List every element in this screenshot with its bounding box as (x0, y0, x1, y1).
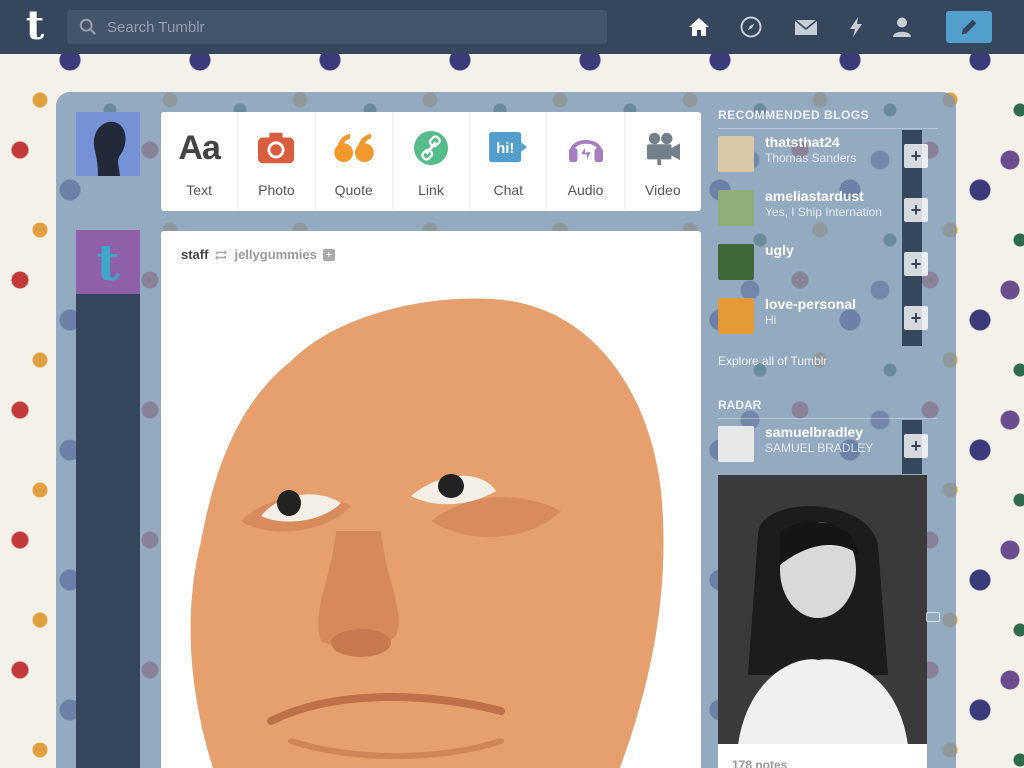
home-nav-button[interactable] (686, 14, 712, 40)
video-camera-icon (640, 128, 686, 168)
home-icon (689, 18, 709, 36)
post-author-link[interactable]: staff (181, 247, 208, 262)
chat-icon-glyph: hi! (496, 139, 515, 157)
blog-title: Yes, I Ship Internation (765, 205, 882, 219)
radar-blog-item[interactable]: samuelbradley SAMUEL BRADLEY + (718, 420, 928, 474)
reblogged-from-link[interactable]: jellygummies (234, 247, 316, 262)
user-avatar[interactable] (76, 112, 140, 176)
blog-name: samuelbradley (765, 424, 864, 440)
top-navigation-bar: t (0, 0, 1024, 54)
blog-avatar (718, 190, 754, 226)
keyboard-icon[interactable] (926, 612, 940, 622)
sidebar-divider (718, 418, 938, 419)
headphones-icon (563, 128, 609, 168)
pencil-icon (961, 19, 977, 35)
post-type-label: Chat (493, 182, 524, 198)
dashboard-post: staff jellygummies + (161, 231, 701, 768)
post-type-label: Audio (567, 182, 604, 198)
blog-avatar (718, 426, 754, 462)
post-type-label: Quote (334, 182, 373, 198)
post-type-quote[interactable]: Quote (316, 112, 393, 211)
account-icon (893, 17, 911, 37)
blog-name: ameliastardust (765, 188, 864, 204)
blog-avatar (718, 244, 754, 280)
blog-avatar (718, 298, 754, 334)
post-header: staff jellygummies + (181, 247, 335, 262)
blog-avatar (718, 136, 754, 172)
avatar-silhouette-icon (76, 112, 140, 176)
chat-icon: hi! (485, 128, 531, 168)
search-icon (79, 18, 96, 35)
left-column-strip (76, 294, 140, 768)
radar-post-footer: 178 notes (718, 744, 927, 768)
post-photo[interactable] (181, 291, 681, 768)
post-type-label: Link (418, 182, 444, 198)
link-icon (408, 128, 454, 168)
recommended-blogs-title: RECOMMENDED BLOGS (718, 108, 870, 122)
blog-title: SAMUEL BRADLEY (765, 441, 874, 455)
blog-title: Thomas Sanders (765, 151, 857, 165)
sidebar-divider (718, 128, 938, 129)
post-type-link[interactable]: Link (393, 112, 471, 211)
radar-photo[interactable] (718, 475, 927, 745)
recommended-blog-item[interactable]: ugly + (718, 238, 928, 292)
post-type-audio[interactable]: Audio (547, 112, 625, 211)
follow-plus-button[interactable]: + (322, 248, 335, 261)
post-type-label: Video (645, 182, 681, 198)
activity-nav-button[interactable] (843, 14, 869, 40)
camera-icon (253, 128, 299, 168)
compose-button[interactable] (946, 11, 992, 43)
notes-count[interactable]: 178 notes (732, 758, 787, 768)
compass-icon (740, 16, 762, 38)
staff-avatar[interactable]: t (76, 230, 140, 294)
inbox-nav-button[interactable] (793, 14, 819, 40)
explore-link[interactable]: Explore all of Tumblr (718, 354, 827, 368)
recommended-blog-item[interactable]: thatsthat24 Thomas Sanders + (718, 130, 928, 184)
blog-name: thatsthat24 (765, 134, 840, 150)
lightning-icon (850, 17, 862, 37)
post-type-label: Text (186, 182, 212, 198)
reblog-icon (215, 249, 228, 260)
recommended-blog-item[interactable]: love-personal Hi + (718, 292, 928, 346)
staff-avatar-letter: t (96, 232, 120, 292)
mail-icon (794, 19, 818, 35)
blog-name: ugly (765, 242, 794, 258)
radar-photo-image (718, 475, 927, 745)
explore-nav-button[interactable] (738, 14, 764, 40)
post-type-label: Photo (258, 182, 295, 198)
recommended-blog-item[interactable]: ameliastardust Yes, I Ship Internation + (718, 184, 928, 238)
account-nav-button[interactable] (889, 14, 915, 40)
text-icon: Aa (176, 128, 222, 168)
follow-blog-button[interactable]: + (904, 434, 928, 458)
quote-icon (331, 128, 377, 168)
post-type-video[interactable]: Video (625, 112, 701, 211)
radar-title: RADAR (718, 398, 762, 412)
post-type-bar: Aa Text Photo Quote Link hi! Chat Audio (161, 112, 701, 211)
follow-blog-button[interactable]: + (904, 306, 928, 330)
follow-blog-button[interactable]: + (904, 144, 928, 168)
text-icon-glyph: Aa (178, 128, 220, 167)
post-type-chat[interactable]: hi! Chat (470, 112, 548, 211)
follow-blog-button[interactable]: + (904, 198, 928, 222)
search-input[interactable] (97, 10, 607, 44)
search-box[interactable] (67, 10, 607, 44)
blog-name: love-personal (765, 296, 857, 312)
follow-blog-button[interactable]: + (904, 252, 928, 276)
post-type-photo[interactable]: Photo (238, 112, 316, 211)
tumblr-logo[interactable]: t (15, 6, 55, 48)
post-type-text[interactable]: Aa Text (161, 112, 239, 211)
blog-title: Hi (765, 313, 777, 327)
